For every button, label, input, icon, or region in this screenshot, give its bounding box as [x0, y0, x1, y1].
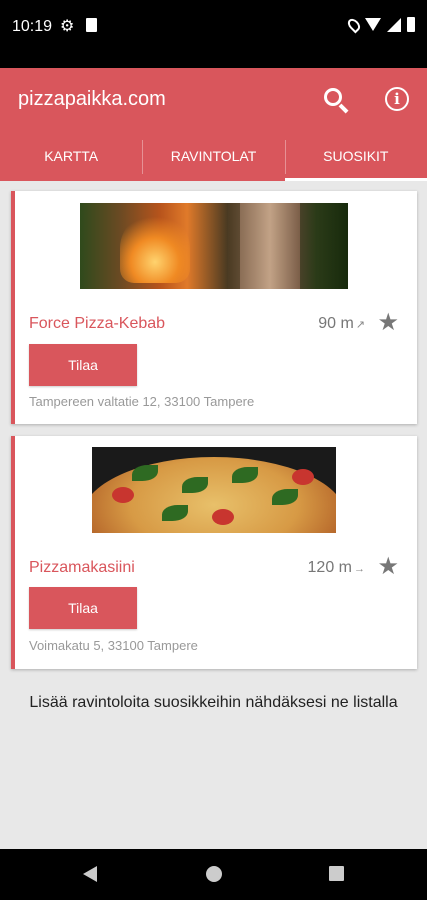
home-icon[interactable]: [206, 866, 222, 882]
restaurant-distance: 120 m →: [307, 559, 365, 576]
navigation-bar: [0, 849, 427, 900]
recents-icon[interactable]: [329, 866, 344, 881]
favorite-star-icon[interactable]: ★: [377, 552, 399, 581]
back-icon[interactable]: [83, 866, 97, 882]
signal-icon: [387, 17, 401, 32]
status-icons: [345, 16, 415, 33]
location-icon: [345, 16, 363, 33]
status-time: 10:19: [12, 18, 53, 35]
restaurant-image: [80, 203, 348, 289]
restaurant-image: [92, 447, 336, 533]
tab-bar: KARTTA RAVINTOLAT SUOSIKIT: [0, 136, 427, 181]
app-title: pizzapaikka.com: [18, 88, 166, 110]
app-bar: pizzapaikka.com i KARTTA RAVINTOLAT SUOS…: [0, 68, 427, 181]
battery-icon: [407, 17, 415, 32]
restaurant-name[interactable]: Force Pizza-Kebab: [29, 315, 165, 333]
info-button[interactable]: i: [385, 87, 409, 111]
tab-suosikit[interactable]: SUOSIKIT: [284, 136, 427, 181]
order-button[interactable]: Tilaa: [29, 587, 137, 629]
search-icon: [324, 88, 342, 106]
search-button[interactable]: [322, 86, 352, 116]
sim-card-icon: [86, 18, 97, 32]
favorites-hint: Lisää ravintoloita suosikkeihin nähdäkse…: [29, 694, 398, 711]
info-icon: i: [394, 90, 400, 108]
favorite-star-icon[interactable]: ★: [377, 308, 399, 337]
restaurant-name[interactable]: Pizzamakasiini: [29, 559, 135, 577]
restaurant-card[interactable]: Force Pizza-Kebab 90 m ↗ ★ Tilaa Tamperee…: [11, 191, 417, 424]
settings-icon: ⚙: [60, 18, 75, 35]
wifi-icon: [365, 18, 381, 31]
tab-ravintolat[interactable]: RAVINTOLAT: [142, 136, 284, 181]
direction-arrow-icon: ↗: [355, 319, 365, 331]
restaurant-address: Tampereen valtatie 12, 33100 Tampere: [29, 394, 255, 409]
direction-arrow-icon: →: [354, 563, 365, 575]
tab-kartta[interactable]: KARTTA: [0, 136, 142, 181]
status-bar: 10:19 ⚙: [0, 0, 427, 68]
restaurant-card[interactable]: Pizzamakasiini 120 m → ★ Tilaa Voimakatu …: [11, 436, 417, 669]
restaurant-address: Voimakatu 5, 33100 Tampere: [29, 638, 198, 653]
restaurant-distance: 90 m ↗: [318, 315, 365, 332]
order-button[interactable]: Tilaa: [29, 344, 137, 386]
